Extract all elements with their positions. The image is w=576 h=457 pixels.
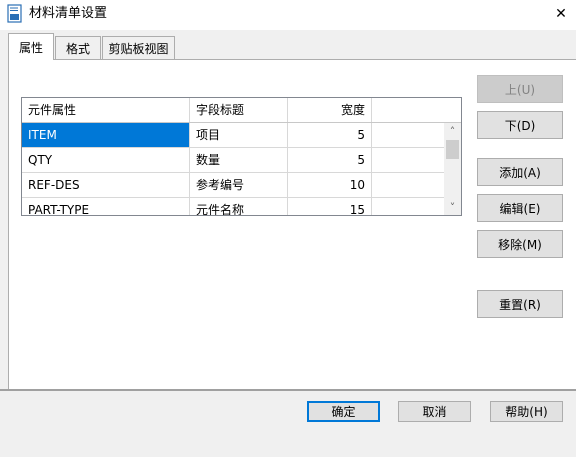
reset-button[interactable]: 重置(R) [477, 290, 563, 318]
help-button[interactable]: 帮助(H) [490, 401, 563, 422]
attribute-grid[interactable]: 元件属性 字段标题 宽度 ITEM 项目 5 QTY 数量 5 REF-DES … [21, 97, 462, 216]
close-icon: ✕ [555, 6, 567, 22]
title-bar: 材料清单设置 ✕ [0, 0, 576, 30]
cell-width[interactable]: 15 [288, 198, 372, 215]
scroll-down-button[interactable]: ˅ [444, 199, 461, 215]
add-button[interactable]: 添加(A) [477, 158, 563, 186]
cell-attribute[interactable]: PART-TYPE [22, 198, 190, 215]
move-down-button[interactable]: 下(D) [477, 111, 563, 139]
button-label: 下(D) [504, 118, 536, 133]
footer-divider [0, 389, 576, 391]
cell-attribute[interactable]: REF-DES [22, 173, 190, 198]
column-header-width[interactable]: 宽度 [288, 98, 372, 122]
button-label: 添加(A) [499, 165, 541, 180]
grid-header: 元件属性 字段标题 宽度 [22, 98, 461, 123]
chevron-down-icon: ˅ [449, 201, 456, 214]
close-button[interactable]: ✕ [546, 0, 576, 28]
cell-title[interactable]: 项目 [190, 123, 288, 148]
app-document-icon [7, 4, 22, 23]
cell-empty [372, 173, 444, 198]
table-row[interactable]: ITEM 项目 5 [22, 123, 444, 148]
column-header-attribute[interactable]: 元件属性 [22, 98, 190, 122]
table-row[interactable]: QTY 数量 5 [22, 148, 444, 173]
cell-width[interactable]: 5 [288, 148, 372, 173]
table-row[interactable]: PART-TYPE 元件名称 15 [22, 198, 444, 215]
table-row[interactable]: REF-DES 参考编号 10 [22, 173, 444, 198]
cell-title[interactable]: 参考编号 [190, 173, 288, 198]
button-label: 帮助(H) [505, 405, 548, 419]
cell-title[interactable]: 元件名称 [190, 198, 288, 215]
tab-clipboard-view[interactable]: 剪贴板视图 [102, 36, 175, 60]
move-up-button[interactable]: 上(U) [477, 75, 563, 103]
chevron-up-icon: ˄ [449, 125, 456, 138]
button-label: 重置(R) [499, 297, 541, 312]
button-label: 移除(M) [498, 237, 542, 252]
cell-title[interactable]: 数量 [190, 148, 288, 173]
scroll-up-button[interactable]: ˄ [444, 123, 461, 140]
button-label: 取消 [422, 405, 447, 419]
ok-button[interactable]: 确定 [307, 401, 380, 422]
scroll-thumb[interactable] [446, 140, 459, 159]
cancel-button[interactable]: 取消 [398, 401, 471, 422]
cell-attribute[interactable]: ITEM [22, 123, 190, 148]
tab-label: 剪贴板视图 [108, 42, 169, 56]
cell-empty [372, 123, 444, 148]
window-title: 材料清单设置 [29, 6, 108, 21]
tab-label: 格式 [65, 42, 90, 56]
cell-attribute[interactable]: QTY [22, 148, 190, 173]
cell-width[interactable]: 5 [288, 123, 372, 148]
vertical-scrollbar[interactable]: ˄ ˅ [444, 123, 461, 215]
cell-empty [372, 198, 444, 215]
button-label: 确定 [331, 405, 356, 419]
cell-empty [372, 148, 444, 173]
tab-format[interactable]: 格式 [55, 36, 101, 60]
tab-properties[interactable]: 属性 [8, 33, 54, 60]
edit-button[interactable]: 编辑(E) [477, 194, 563, 222]
tab-label: 属性 [18, 40, 43, 55]
button-label: 上(U) [504, 82, 536, 97]
cell-width[interactable]: 10 [288, 173, 372, 198]
column-header-title[interactable]: 字段标题 [190, 98, 288, 122]
remove-button[interactable]: 移除(M) [477, 230, 563, 258]
button-label: 编辑(E) [499, 201, 541, 216]
